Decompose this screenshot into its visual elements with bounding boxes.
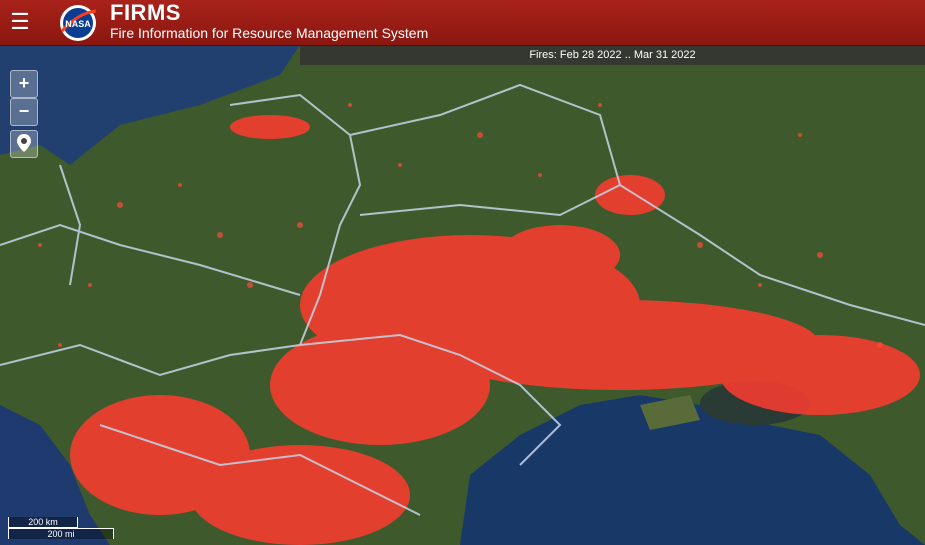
location-pin-icon[interactable]: [10, 130, 38, 158]
map-scale: 200 km 200 mi: [8, 517, 114, 539]
date-range-label: Fires: Feb 28 2022 .. Mar 31 2022: [300, 45, 925, 65]
scale-mi: 200 mi: [8, 528, 114, 539]
nasa-logo-text: NASA: [65, 19, 91, 29]
app-title: FIRMS: [110, 0, 181, 25]
app-header: ☰ NASA FIRMS Fire Information for Resour…: [0, 0, 925, 46]
app-subtitle: Fire Information for Resource Management…: [110, 25, 429, 41]
scale-km: 200 km: [8, 517, 78, 528]
fire-map[interactable]: [0, 45, 925, 545]
zoom-out-button[interactable]: −: [10, 98, 38, 126]
nasa-logo: NASA: [60, 5, 97, 41]
menu-icon[interactable]: ☰: [8, 10, 32, 34]
zoom-in-button[interactable]: +: [10, 70, 38, 98]
